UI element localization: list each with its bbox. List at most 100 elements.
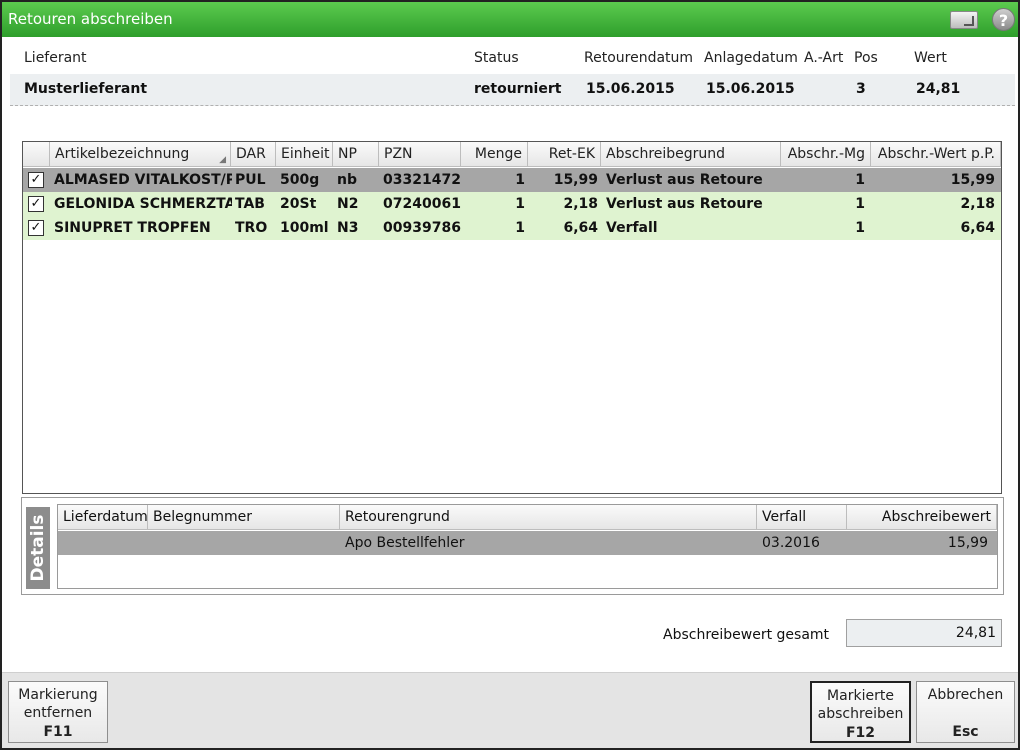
row-checkbox[interactable]: ✓ — [28, 172, 44, 188]
details-row[interactable]: Apo Bestellfehler 03.2016 15,99 — [58, 531, 997, 555]
column-header-label: Artikelbezeichnung — [55, 146, 190, 162]
details-cell-abschreibewert: 15,99 — [947, 535, 988, 551]
column-header-abschreibegrund[interactable]: Abschreibegrund — [601, 142, 781, 167]
column-header-pzn[interactable]: PZN — [379, 142, 461, 167]
cell-einheit: 100ml — [280, 220, 329, 236]
table-row[interactable]: ✓ SINUPRET TROPFEN TRO 100ml N3 00939786… — [23, 216, 1001, 240]
header-value-anlagedatum: 15.06.2015 — [706, 81, 795, 97]
cell-dar: TAB — [235, 196, 265, 212]
table-row[interactable]: ✓ GELONIDA SCHMERZTABLETTEN TAB 20St N2 … — [23, 192, 1001, 216]
total-value-field: 24,81 — [846, 619, 1002, 647]
details-header-belegnummer[interactable]: Belegnummer — [148, 505, 340, 530]
button-shortcut: F11 — [43, 724, 73, 740]
cell-einheit: 20St — [280, 196, 317, 212]
column-header-abschr-mg[interactable]: Abschr.-Mg — [781, 142, 871, 167]
cell-abschr-wert: 6,64 — [960, 220, 995, 236]
cell-abschreibegrund[interactable]: Verlust aus Retoure — [603, 168, 781, 192]
row-checkbox[interactable]: ✓ — [28, 220, 44, 236]
details-table[interactable]: Lieferdatum Belegnummer Retourengrund Ve… — [57, 504, 998, 589]
column-header-check[interactable] — [23, 142, 50, 167]
cell-menge: 1 — [515, 196, 525, 212]
cell-menge: 1 — [515, 172, 525, 188]
header-value-lieferant: Musterlieferant — [24, 81, 148, 97]
details-cell-belegnummer — [148, 531, 340, 555]
cell-np: N2 — [337, 196, 359, 212]
details-cell-lieferdatum — [58, 531, 148, 555]
cell-abschreibegrund[interactable]: Verfall — [603, 216, 781, 240]
window-title: Retouren abschreiben — [8, 10, 173, 28]
cell-abschreibegrund[interactable]: Verlust aus Retoure — [603, 192, 781, 216]
button-label: entfernen — [23, 705, 93, 721]
column-header-ret-ek[interactable]: Ret-EK — [528, 142, 601, 167]
checkmark-icon: ✓ — [30, 196, 42, 211]
total-label: Abschreibewert gesamt — [663, 627, 830, 643]
details-tab-label: Details — [28, 514, 48, 582]
button-shortcut: Esc — [952, 724, 979, 740]
dialog-window: Retouren abschreiben ? Lieferant Status … — [0, 0, 1020, 750]
column-header-np[interactable]: NP — [333, 142, 379, 167]
column-header-abschr-wert[interactable]: Abschr.-Wert p.P. — [871, 142, 1001, 167]
write-off-marked-button[interactable]: Markierte abschreiben F12 — [810, 681, 911, 743]
cell-np: N3 — [337, 220, 359, 236]
checkmark-icon: ✓ — [30, 172, 42, 187]
cell-dar: TRO — [235, 220, 268, 236]
details-cell-retourengrund: Apo Bestellfehler — [345, 535, 465, 551]
cell-abschr-wert: 15,99 — [950, 172, 995, 188]
cell-ret-ek: 6,64 — [563, 220, 598, 236]
cancel-button[interactable]: Abbrechen Esc — [916, 681, 1015, 743]
header-label-pos: Pos — [854, 50, 878, 66]
details-header-lieferdatum[interactable]: Lieferdatum — [58, 505, 148, 530]
details-header-retourengrund[interactable]: Retourengrund — [340, 505, 757, 530]
details-cell-verfall: 03.2016 — [762, 535, 820, 551]
header-value-pos: 3 — [856, 81, 866, 97]
cell-np: nb — [337, 172, 357, 188]
cell-artikel: GELONIDA SCHMERZTABLETTEN — [54, 196, 232, 212]
details-panel: Details Lieferdatum Belegnummer Retouren… — [21, 497, 1004, 595]
header-value-retourendatum: 15.06.2015 — [586, 81, 675, 97]
help-icon[interactable]: ? — [992, 8, 1015, 31]
cell-pzn: 07240061 — [383, 196, 461, 212]
cell-einheit: 500g — [280, 172, 320, 188]
header-label-retourendatum: Retourendatum — [584, 50, 694, 66]
cell-pzn: 00939786 — [383, 220, 461, 236]
button-label: abschreiben — [817, 706, 904, 722]
cell-artikel: SINUPRET TROPFEN — [54, 220, 211, 236]
cell-artikel: ALMASED VITALKOST/PULVER — [54, 172, 232, 188]
remove-marking-button[interactable]: Markierung entfernen F11 — [8, 681, 108, 743]
cell-abschr-mg[interactable]: 1 — [781, 192, 868, 216]
header-label-lieferant: Lieferant — [24, 50, 87, 66]
cell-pzn: 03321472 — [383, 172, 461, 188]
button-shortcut: F12 — [845, 725, 876, 741]
details-tab: Details — [26, 507, 50, 589]
header-label-status: Status — [474, 50, 519, 66]
row-checkbox[interactable]: ✓ — [28, 196, 44, 212]
window-restore-icon[interactable] — [950, 11, 978, 29]
cell-menge: 1 — [515, 220, 525, 236]
cell-ret-ek: 2,18 — [563, 196, 598, 212]
cell-abschr-wert: 2,18 — [960, 196, 995, 212]
articles-table[interactable]: Artikelbezeichnung ◢ DAR Einheit NP PZN … — [22, 141, 1002, 494]
button-label: Markierte — [827, 688, 894, 704]
column-header-menge[interactable]: Menge — [461, 142, 528, 167]
cell-ret-ek: 15,99 — [553, 172, 598, 188]
title-bar: Retouren abschreiben ? — [2, 2, 1018, 37]
button-label: Abbrechen — [927, 687, 1004, 703]
sort-ascending-icon: ◢ — [219, 155, 226, 165]
details-header-verfall[interactable]: Verfall — [757, 505, 847, 530]
column-header-einheit[interactable]: Einheit — [276, 142, 333, 167]
button-bar: Markierung entfernen F11 Markierte absch… — [2, 672, 1018, 748]
header-value-status: retourniert — [474, 81, 562, 97]
header-value-wert: 24,81 — [916, 81, 961, 97]
column-header-artikelbezeichnung[interactable]: Artikelbezeichnung ◢ — [50, 142, 231, 167]
cell-abschr-mg[interactable]: 1 — [781, 216, 868, 240]
column-header-dar[interactable]: DAR — [231, 142, 276, 167]
cell-dar: PUL — [235, 172, 266, 188]
checkmark-icon: ✓ — [30, 220, 42, 235]
table-row[interactable]: ✓ ALMASED VITALKOST/PULVER PUL 500g nb 0… — [23, 168, 1001, 192]
details-header-abschreibewert[interactable]: Abschreibewert — [847, 505, 997, 530]
header-label-wert: Wert — [914, 50, 947, 66]
header-label-anlagedatum: Anlagedatum — [704, 50, 798, 66]
cell-abschr-mg[interactable]: 1 — [781, 168, 868, 192]
button-label: Markierung — [18, 687, 98, 703]
header-label-art: A.-Art — [804, 50, 844, 66]
